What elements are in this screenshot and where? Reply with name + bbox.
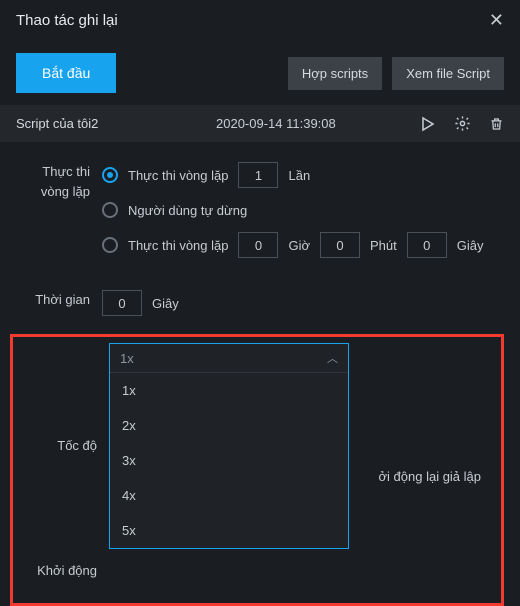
hours-input[interactable]	[238, 232, 278, 258]
chevron-up-icon: ︿	[327, 350, 338, 366]
radio-user-stop[interactable]	[102, 202, 118, 218]
gear-icon[interactable]	[454, 115, 471, 132]
seconds-unit: Giây	[457, 238, 484, 253]
speed-option[interactable]: 1x	[110, 373, 348, 408]
seconds-input[interactable]	[407, 232, 447, 258]
speed-option[interactable]: 2x	[110, 408, 348, 443]
loop-label: Thực thi vòng lặp	[16, 162, 102, 202]
speed-label: Tốc độ	[23, 436, 109, 456]
speed-options-list: 1x2x3x4x5x	[110, 373, 348, 548]
start-button[interactable]: Bắt đầu	[16, 53, 116, 93]
minutes-input[interactable]	[320, 232, 360, 258]
script-date: 2020-09-14 11:39:08	[216, 116, 420, 131]
speed-dropdown[interactable]: 1x ︿ 1x2x3x4x5x	[109, 343, 349, 549]
speed-selected[interactable]: 1x ︿	[110, 344, 348, 373]
speed-selected-value: 1x	[120, 351, 134, 366]
window-title: Thao tác ghi lại	[16, 12, 118, 29]
view-script-button[interactable]: Xem file Script	[392, 57, 504, 90]
delay-unit: Giây	[152, 296, 179, 311]
speed-option[interactable]: 5x	[110, 513, 348, 548]
delay-label: Thời gian	[16, 290, 102, 310]
delay-input[interactable]	[102, 290, 142, 316]
speed-option[interactable]: 4x	[110, 478, 348, 513]
radio-loop-time[interactable]	[102, 237, 118, 253]
close-icon[interactable]: ✕	[489, 10, 504, 31]
loop-count-unit: Lần	[288, 168, 310, 183]
highlight-box: Tốc độ 1x ︿ 1x2x3x4x5x Khởi động ởi động…	[10, 334, 504, 606]
trash-icon[interactable]	[489, 116, 504, 132]
radio-loop-count-label: Thực thi vòng lặp	[128, 168, 228, 183]
minutes-unit: Phút	[370, 238, 397, 253]
radio-loop-time-label: Thực thi vòng lặp	[128, 238, 228, 253]
loop-count-input[interactable]	[238, 162, 278, 188]
script-name: Script của tôi2	[16, 116, 216, 131]
speed-option[interactable]: 3x	[110, 443, 348, 478]
radio-user-stop-label: Người dùng tự dừng	[128, 203, 247, 218]
play-icon[interactable]	[420, 116, 436, 132]
radio-loop-count[interactable]	[102, 167, 118, 183]
script-row: Script của tôi2 2020-09-14 11:39:08	[0, 105, 520, 142]
start-label: Khởi động	[23, 561, 109, 581]
merge-scripts-button[interactable]: Hợp scripts	[288, 57, 382, 90]
hours-unit: Giờ	[288, 238, 310, 253]
